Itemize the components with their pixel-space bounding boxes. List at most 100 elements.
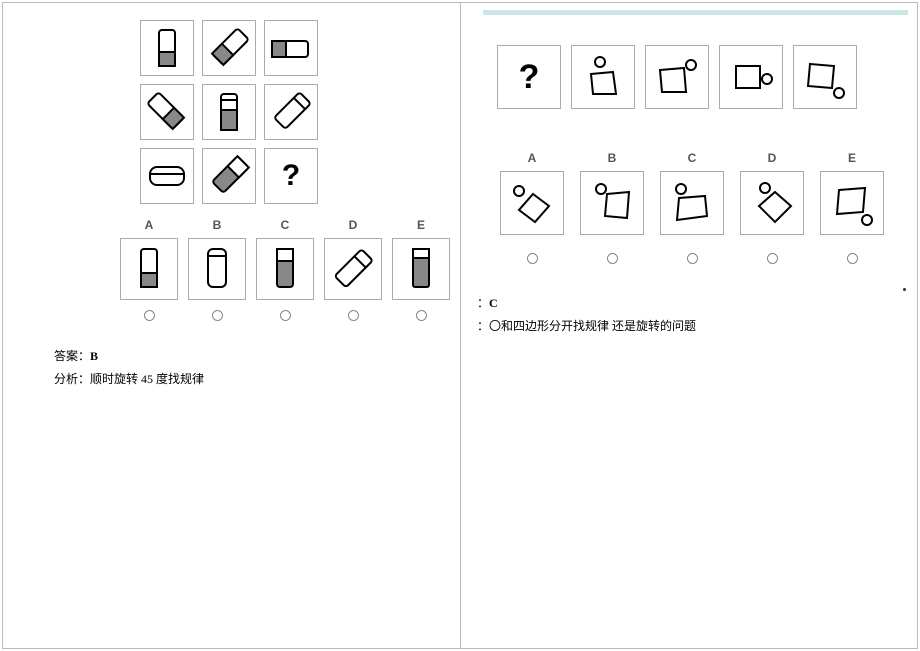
option-cell (580, 171, 644, 235)
option-label: D (349, 218, 358, 232)
eraser-icon (329, 245, 377, 293)
option-cell (820, 171, 884, 235)
question-cell (719, 45, 783, 109)
decorative-dot (903, 288, 906, 291)
radio-row (497, 243, 908, 268)
grid-cell (264, 84, 318, 140)
analysis-label: 分析： (54, 372, 90, 386)
quad-circle-icon (505, 176, 559, 230)
quad-circle-icon (576, 50, 630, 104)
eraser-icon (265, 245, 305, 293)
answer-line: 答案：B (54, 345, 432, 368)
option-label: D (737, 151, 807, 165)
option-D[interactable]: D (322, 218, 384, 321)
option-radio[interactable] (847, 253, 858, 264)
option-label: E (417, 218, 425, 232)
eraser-icon (268, 33, 314, 63)
grid-row: ? (140, 148, 318, 204)
quad-circle-icon (825, 176, 879, 230)
option-cell (324, 238, 382, 300)
option-radio[interactable] (416, 310, 427, 321)
answer-block: 答案：B 分析：顺时旋转 45 度找规律 (54, 345, 432, 391)
option-row: A B C (118, 218, 452, 321)
analysis-number: 45 (141, 372, 153, 386)
option-cell (500, 171, 564, 235)
grid-row (140, 84, 318, 140)
quad-circle-icon (798, 50, 852, 104)
option-label: A (497, 151, 567, 165)
answer-line: ：C (477, 292, 908, 315)
question-row: ? (497, 45, 908, 109)
eraser-icon (207, 154, 251, 198)
question-cell (571, 45, 635, 109)
option-cell (392, 238, 450, 300)
eraser-icon (145, 90, 189, 134)
question-cell: ? (497, 45, 561, 109)
grid-cell: ? (264, 148, 318, 204)
answer-prefix: ： (477, 296, 489, 310)
option-radio[interactable] (607, 253, 618, 264)
eraser-icon (209, 90, 249, 134)
option-C[interactable]: C (254, 218, 316, 321)
option-D[interactable] (737, 171, 807, 235)
option-cell (740, 171, 804, 235)
option-radio[interactable] (767, 253, 778, 264)
option-label: C (657, 151, 727, 165)
option-cell (256, 238, 314, 300)
grid-cell (202, 20, 256, 76)
eraser-icon (401, 245, 441, 293)
grid-cell (202, 84, 256, 140)
analysis-line: ：〇和四边形分开找规律 还是旋转的问题 (477, 315, 908, 338)
analysis-text: 度找规律 (153, 372, 204, 386)
quad-circle-icon (724, 50, 778, 104)
analysis-text: 〇和四边形分开找规律 还是旋转的问题 (489, 319, 696, 333)
quad-circle-icon (585, 176, 639, 230)
answer-value: B (90, 349, 98, 363)
eraser-icon (144, 159, 190, 193)
grid-row (140, 20, 318, 76)
right-column: ? A B C (461, 2, 918, 649)
grid-cell (202, 148, 256, 204)
option-E[interactable] (817, 171, 887, 235)
left-column: ? A B C (2, 2, 460, 649)
eraser-icon (129, 245, 169, 293)
option-B[interactable] (577, 171, 647, 235)
option-radio[interactable] (144, 310, 155, 321)
option-C[interactable] (657, 171, 727, 235)
option-radio[interactable] (527, 253, 538, 264)
option-radio[interactable] (280, 310, 291, 321)
grid-cell (264, 20, 318, 76)
option-labels: A B C D E (497, 151, 908, 165)
grid-cell (140, 84, 194, 140)
option-A[interactable]: A (118, 218, 180, 321)
analysis-line: 分析：顺时旋转 45 度找规律 (54, 368, 432, 391)
option-cell (188, 238, 246, 300)
question-cell (793, 45, 857, 109)
option-B[interactable]: B (186, 218, 248, 321)
question-mark-icon: ? (282, 159, 300, 193)
analysis-prefix: ： (477, 319, 489, 333)
eraser-icon (207, 26, 251, 70)
question-cell (645, 45, 709, 109)
question-mark-icon: ? (519, 58, 540, 97)
eraser-icon (147, 26, 187, 70)
option-label: E (817, 151, 887, 165)
option-cell (120, 238, 178, 300)
option-A[interactable] (497, 171, 567, 235)
option-label: C (281, 218, 290, 232)
grid-cell (140, 148, 194, 204)
quad-circle-icon (745, 176, 799, 230)
answer-label: 答案： (54, 349, 90, 363)
option-radio[interactable] (348, 310, 359, 321)
option-radio[interactable] (687, 253, 698, 264)
option-radio[interactable] (212, 310, 223, 321)
quad-circle-icon (665, 176, 719, 230)
option-label: A (145, 218, 154, 232)
puzzle-grid: ? (140, 20, 318, 204)
option-label: B (577, 151, 647, 165)
option-row (497, 171, 908, 235)
option-label: B (213, 218, 222, 232)
analysis-text: 顺时旋转 (90, 372, 141, 386)
answer-block: ：C ：〇和四边形分开找规律 还是旋转的问题 (477, 292, 908, 338)
option-E[interactable]: E (390, 218, 452, 321)
